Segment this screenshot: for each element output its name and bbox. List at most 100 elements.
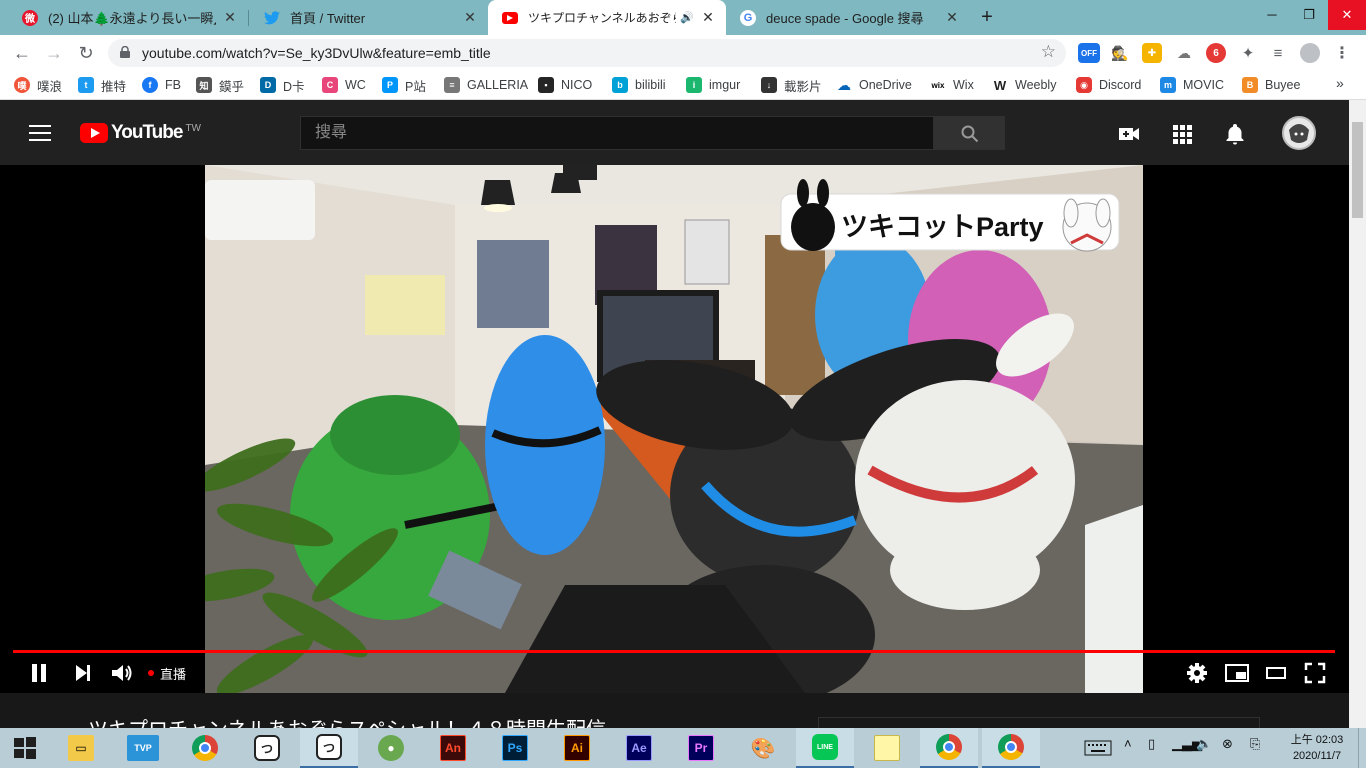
cloud-extension-icon[interactable]: ☁: [1174, 43, 1194, 63]
profile-icon[interactable]: [1300, 43, 1320, 63]
bookmark-wc[interactable]: C WC: [322, 76, 366, 94]
clip-studio-paint-icon: つ: [316, 734, 342, 760]
search-button[interactable]: [933, 116, 1005, 150]
video-player[interactable]: ツキコットParty 直播: [0, 165, 1349, 693]
live-indicator[interactable]: 直播: [148, 661, 186, 685]
battery-icon[interactable]: ▯: [1148, 736, 1155, 752]
taskbar-chrome[interactable]: [176, 728, 234, 768]
extension-off-icon[interactable]: OFF: [1078, 43, 1100, 63]
bookmark-galleria[interactable]: ≡ GALLERIA: [444, 76, 528, 94]
window-close-button[interactable]: ✕: [1328, 0, 1366, 30]
fullscreen-button[interactable]: [1304, 661, 1326, 685]
tab-twitter[interactable]: 首頁 / Twitter ✕: [250, 0, 488, 35]
create-video-icon[interactable]: [1117, 122, 1141, 146]
puzzle-extension-icon[interactable]: ✚: [1142, 43, 1162, 63]
taskbar-line[interactable]: LINE: [796, 728, 854, 768]
bookmark-dcard[interactable]: D D卡: [260, 76, 305, 94]
bookmark-pixiv[interactable]: P P站: [382, 76, 426, 94]
discord-icon: ◉: [1076, 77, 1092, 93]
tab-weibo[interactable]: 微 (2) 山本🌲永遠より長い一瞬◢◤◢◤ ✕: [8, 0, 248, 35]
line-icon: LINE: [812, 734, 838, 760]
scrollbar-thumb[interactable]: [1352, 122, 1363, 218]
ime-icon[interactable]: ⎘: [1250, 736, 1260, 752]
keyboard-icon[interactable]: [1084, 740, 1112, 759]
taskbar-file-explorer[interactable]: ▭: [52, 728, 110, 768]
taskbar-game[interactable]: ●: [362, 728, 420, 768]
taskbar-illustrator[interactable]: Ai: [548, 728, 606, 768]
close-icon[interactable]: ✕: [222, 9, 238, 26]
bookmark-twitter[interactable]: t 推特: [78, 76, 126, 94]
vpn-disconnected-icon[interactable]: ⊗: [1222, 736, 1233, 752]
bookmark-movic[interactable]: m MOVIC: [1160, 76, 1224, 94]
bookmark-onedrive[interactable]: ☁ OneDrive: [836, 76, 912, 94]
bookmark-nico[interactable]: ▪ NICO: [538, 76, 592, 94]
bookmark-download[interactable]: ↓ 載影片: [761, 76, 822, 94]
onedrive-icon: ☁: [837, 76, 851, 93]
tab-strip: 微 (2) 山本🌲永遠より長い一瞬◢◤◢◤ ✕ 首頁 / Twitter ✕ ツ…: [0, 0, 1366, 35]
guide-menu-icon[interactable]: [29, 125, 51, 141]
tab-youtube[interactable]: ツキプロチャンネルあおぞら 🔊 ✕: [488, 0, 726, 35]
close-icon[interactable]: ✕: [700, 9, 716, 26]
notifications-bell-icon[interactable]: [1223, 122, 1247, 146]
system-clock[interactable]: 上午 02:03 2020/11/7: [1284, 732, 1350, 764]
progress-bar[interactable]: [13, 650, 1335, 653]
spy-extension-icon[interactable]: 🕵: [1110, 43, 1130, 63]
bookmark-star-icon[interactable]: ☆: [1041, 42, 1056, 62]
bookmark-zhihu[interactable]: 知鏌乎: [196, 76, 244, 94]
show-hidden-icons-chevron-icon[interactable]: ˄: [1124, 736, 1132, 751]
taskbar-paint[interactable]: 🎨: [734, 728, 792, 768]
after-effects-icon: Ae: [626, 735, 652, 761]
bookmark-wix[interactable]: wix Wix: [930, 76, 974, 94]
apps-grid-icon[interactable]: [1170, 122, 1194, 146]
taskbar-chrome-window-2[interactable]: [982, 728, 1040, 768]
speaker-icon[interactable]: 🔊: [680, 11, 694, 24]
bookmark-buyee[interactable]: B Buyee: [1242, 76, 1300, 94]
taskbar-premiere[interactable]: Pr: [672, 728, 730, 768]
bookmark-discord[interactable]: ◉ Discord: [1076, 76, 1141, 94]
restore-button[interactable]: ❐: [1290, 0, 1328, 30]
video-frame[interactable]: ツキコットParty: [205, 165, 1143, 693]
volume-button[interactable]: [110, 661, 134, 685]
taskbar-tvp[interactable]: TVP: [114, 728, 172, 768]
abp-extension-icon[interactable]: 6: [1206, 43, 1226, 63]
taskbar-sticky-notes[interactable]: [858, 728, 916, 768]
extensions-icon[interactable]: ✦: [1238, 43, 1258, 63]
taskbar-chrome-window-1[interactable]: [920, 728, 978, 768]
menu-kebab-icon[interactable]: ⋮: [1332, 43, 1352, 63]
minimize-button[interactable]: ─: [1253, 0, 1291, 30]
speaker-icon[interactable]: 🔈: [1196, 736, 1212, 752]
taskbar-photoshop[interactable]: Ps: [486, 728, 544, 768]
more-bookmarks-icon[interactable]: »: [1336, 75, 1344, 91]
bookmark-plurk[interactable]: 噗噗浪: [14, 76, 62, 94]
download-icon: ↓: [761, 77, 777, 93]
show-desktop-button[interactable]: [1358, 728, 1366, 768]
tab-google[interactable]: G deuce spade - Google 搜尋 ✕: [726, 0, 970, 35]
search-input[interactable]: [301, 117, 933, 149]
address-bar[interactable]: youtube.com/watch?v=Se_ky3DvUlw&feature=…: [108, 39, 1066, 67]
forward-button[interactable]: →: [40, 39, 68, 67]
page-scrollbar[interactable]: [1349, 100, 1366, 728]
bookmark-weebly[interactable]: W Weebly: [992, 76, 1057, 94]
start-button[interactable]: [0, 728, 50, 768]
bookmark-imgur[interactable]: i imgur: [686, 76, 740, 94]
reload-button[interactable]: ↻: [72, 39, 100, 67]
pause-button[interactable]: [28, 661, 50, 685]
taskbar-clip-studio[interactable]: つ: [238, 728, 296, 768]
taskbar-clip-studio-active[interactable]: つ: [300, 728, 358, 768]
taskbar-animate[interactable]: An: [424, 728, 482, 768]
close-icon[interactable]: ✕: [462, 9, 478, 26]
account-avatar[interactable]: [1282, 116, 1316, 150]
taskbar-after-effects[interactable]: Ae: [610, 728, 668, 768]
new-tab-button[interactable]: +: [976, 6, 998, 28]
close-icon[interactable]: ✕: [944, 9, 960, 26]
bookmark-facebook[interactable]: f FB: [142, 76, 181, 94]
theater-mode-button[interactable]: [1264, 661, 1288, 685]
back-button[interactable]: ←: [8, 39, 36, 67]
next-button[interactable]: [72, 661, 94, 685]
niconico-icon: ▪: [538, 77, 554, 93]
miniplayer-button[interactable]: [1224, 661, 1250, 685]
bookmark-bilibili[interactable]: b bilibili: [612, 76, 666, 94]
youtube-logo[interactable]: YouTube TW: [80, 122, 201, 144]
settings-button[interactable]: [1186, 661, 1208, 685]
media-control-icon[interactable]: ≡: [1268, 43, 1288, 63]
